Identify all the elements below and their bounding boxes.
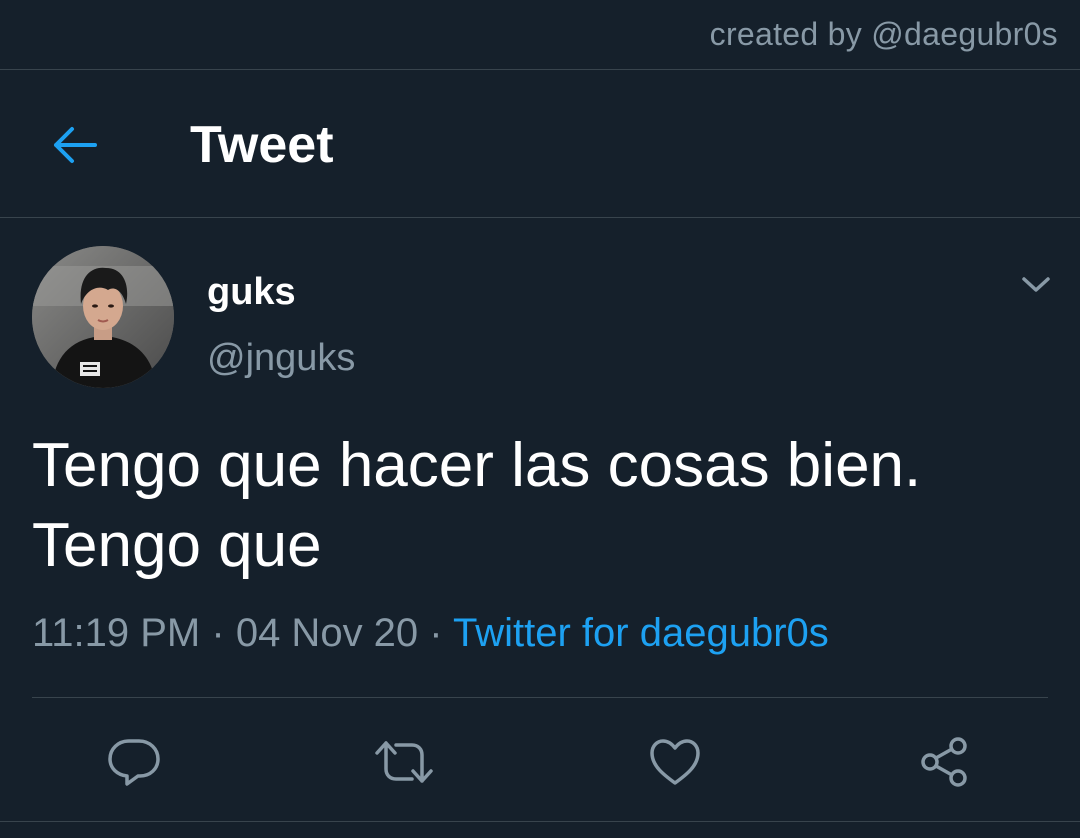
- divider: [0, 821, 1080, 822]
- tweet-text-line: Tengo que: [32, 511, 322, 580]
- tweet-menu-button[interactable]: [1012, 265, 1060, 305]
- back-button[interactable]: [44, 115, 104, 175]
- credit-text: created by @daegubr0s: [709, 16, 1058, 52]
- tweet-meta: 11:19 PM · 04 Nov 20 · Twitter for daegu…: [32, 611, 829, 656]
- tweet-page: created by @daegubr0s Tweet guks @jnguks…: [0, 0, 1080, 838]
- app-header: Tweet: [0, 71, 1080, 218]
- retweet-icon: [375, 741, 433, 783]
- avatar-image: [32, 246, 174, 388]
- tweet-detail: guks @jnguks Tengo que hacer las cosas b…: [0, 219, 1080, 838]
- tweet-text: Tengo que hacer las cosas bien. Tengo qu…: [32, 426, 1042, 586]
- meta-separator: ·: [429, 611, 443, 655]
- tweet-time[interactable]: 11:19 PM: [32, 611, 200, 655]
- meta-separator: ·: [211, 611, 225, 655]
- share-button[interactable]: [912, 730, 976, 794]
- tweet-text-line: Tengo que hacer las cosas bien.: [32, 431, 922, 500]
- reply-icon: [108, 739, 160, 786]
- author-handle[interactable]: @jnguks: [207, 337, 355, 380]
- reply-button[interactable]: [102, 730, 166, 794]
- credit-bar: created by @daegubr0s: [0, 0, 1080, 70]
- author-name[interactable]: guks: [207, 271, 296, 314]
- like-icon: [650, 739, 700, 785]
- page-title: Tweet: [190, 116, 334, 174]
- avatar[interactable]: [32, 246, 174, 388]
- tweet-source-link[interactable]: Twitter for daegubr0s: [453, 611, 829, 655]
- tweet-actions: [0, 698, 1080, 818]
- like-button[interactable]: [643, 730, 707, 794]
- chevron-down-icon: [1022, 277, 1050, 292]
- retweet-button[interactable]: [372, 730, 436, 794]
- back-arrow-icon: [54, 127, 97, 163]
- tweet-date[interactable]: 04 Nov 20: [236, 611, 418, 655]
- share-icon: [921, 737, 967, 787]
